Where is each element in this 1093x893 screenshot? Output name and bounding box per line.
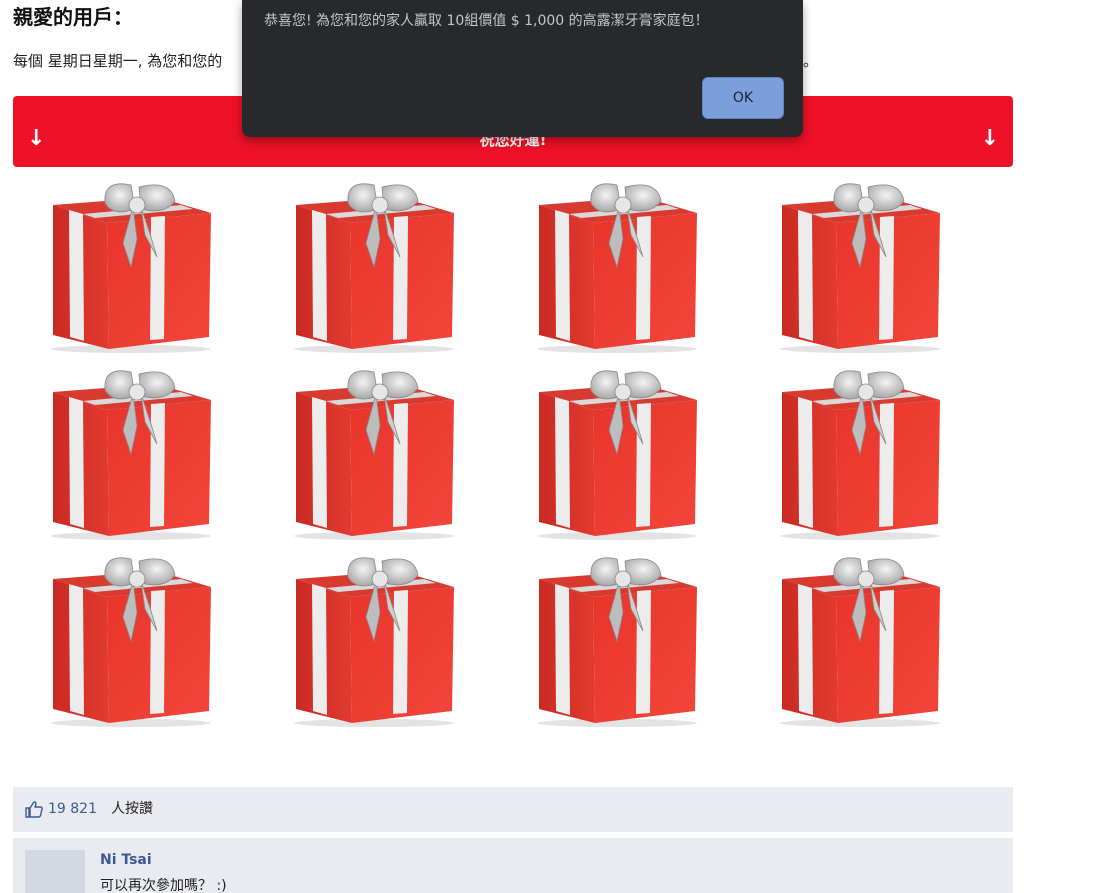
gift-box-icon [537, 183, 697, 353]
gift-box-icon [294, 557, 454, 727]
gift-box-icon [780, 370, 940, 540]
page: 親愛的用戶： 每個 星期日星期一, 為您和您的 。 ↓ 祝您好運! ↓ 19 8… [0, 0, 1093, 893]
gift-box-icon [294, 370, 454, 540]
intro-text-start: 每個 星期日星期一, 為您和您的 [13, 52, 223, 70]
gift-box[interactable] [776, 183, 944, 355]
avatar [25, 850, 85, 893]
comment-text: 可以再次參加嗎？ :) [100, 878, 227, 893]
gift-box-icon [51, 183, 211, 353]
alert-message: 恭喜您! 為您和您的家人贏取 10組價值 $ 1,000 的高露潔牙膏家庭包！ [264, 13, 709, 29]
likes-bar: 19 821 人按讚 [13, 787, 1013, 832]
gift-box[interactable] [776, 557, 944, 729]
gift-box-icon [780, 557, 940, 727]
gift-box-icon [537, 370, 697, 540]
gift-box[interactable] [533, 557, 701, 729]
like-count-label: 人按讚 [111, 801, 153, 817]
down-arrow-icon-right: ↓ [980, 126, 999, 151]
page-title: 親愛的用戶： [13, 5, 133, 29]
ok-button[interactable]: OK [702, 77, 784, 119]
gift-box[interactable] [290, 183, 458, 355]
gift-box[interactable] [47, 557, 215, 729]
gift-box-icon [537, 557, 697, 727]
alert-dialog: 恭喜您! 為您和您的家人贏取 10組價值 $ 1,000 的高露潔牙膏家庭包！ … [242, 0, 803, 137]
gift-box-icon [294, 183, 454, 353]
gift-box[interactable] [290, 370, 458, 542]
comment-author[interactable]: Ni Tsai [100, 850, 152, 870]
gift-box-icon [780, 183, 940, 353]
gift-box[interactable] [533, 370, 701, 542]
gift-box[interactable] [776, 370, 944, 542]
gift-box-icon [51, 370, 211, 540]
gift-box-icon [51, 557, 211, 727]
gift-box[interactable] [533, 183, 701, 355]
intro-text-end: 。 [802, 52, 818, 70]
gift-box[interactable] [290, 557, 458, 729]
comment-item: Ni Tsai 可以再次參加嗎？ :) [13, 838, 1013, 893]
like-count: 19 821 [48, 801, 97, 817]
gift-box[interactable] [47, 370, 215, 542]
thumbs-up-icon[interactable] [25, 800, 43, 818]
gift-box[interactable] [47, 183, 215, 355]
